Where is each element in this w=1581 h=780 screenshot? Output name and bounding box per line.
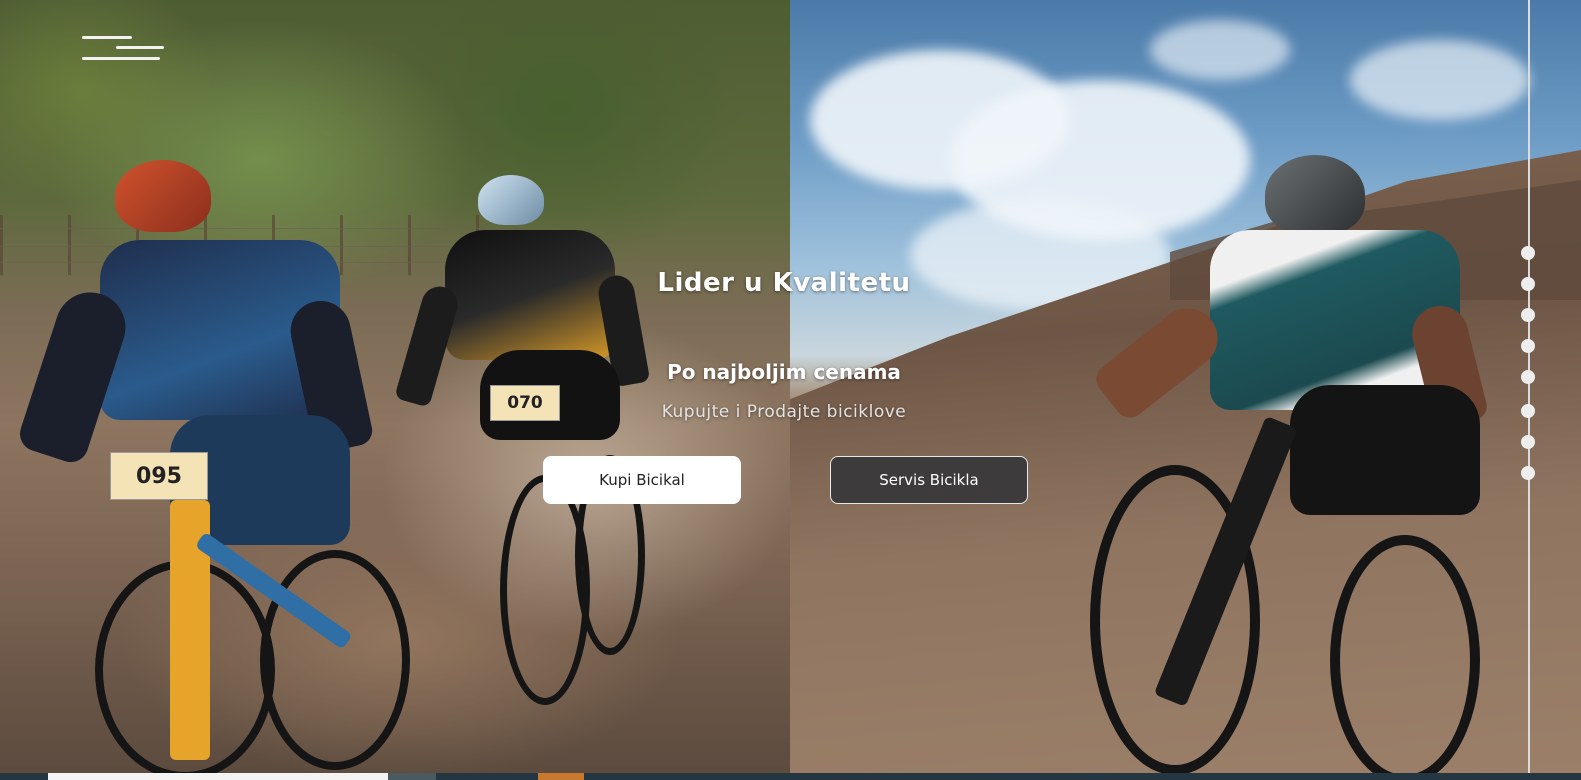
slider-dot-7[interactable]	[1521, 435, 1535, 449]
bottom-bar-segment	[388, 773, 436, 780]
hero-tagline: Kupujte i Prodajte biciklove	[661, 402, 907, 422]
slider-dot-3[interactable]	[1521, 308, 1535, 322]
hero-section: 095 070 Lider u Kvalitetu Po najboljim c…	[0, 0, 1581, 773]
hamburger-menu-icon[interactable]	[82, 34, 164, 64]
slider-dot-5[interactable]	[1521, 370, 1535, 384]
hero-title: Lider u Kvalitetu	[657, 268, 911, 298]
slider-dot-6[interactable]	[1521, 404, 1535, 418]
slider-dot-4[interactable]	[1521, 339, 1535, 353]
slider-dot-2[interactable]	[1521, 277, 1535, 291]
rider-back: 070	[394, 175, 670, 715]
rider-front-left: 095	[15, 160, 410, 773]
race-bib: 095	[110, 452, 208, 500]
bottom-bar-segment	[538, 773, 584, 780]
bike-service-button[interactable]: Servis Bicikla	[830, 456, 1028, 504]
bottom-bar-segment	[48, 773, 388, 780]
slider-dot-1[interactable]	[1521, 246, 1535, 260]
slider-track-line	[1528, 0, 1530, 773]
buy-bike-button[interactable]: Kupi Bicikal	[543, 456, 741, 504]
hero-subtitle: Po najboljim cenama	[667, 360, 901, 384]
rider-right	[1090, 155, 1510, 773]
hero-image-right	[790, 0, 1581, 773]
slider-dot-8[interactable]	[1521, 466, 1535, 480]
hero-image-left: 095 070	[0, 0, 790, 773]
bottom-progress-bar	[0, 773, 1581, 780]
